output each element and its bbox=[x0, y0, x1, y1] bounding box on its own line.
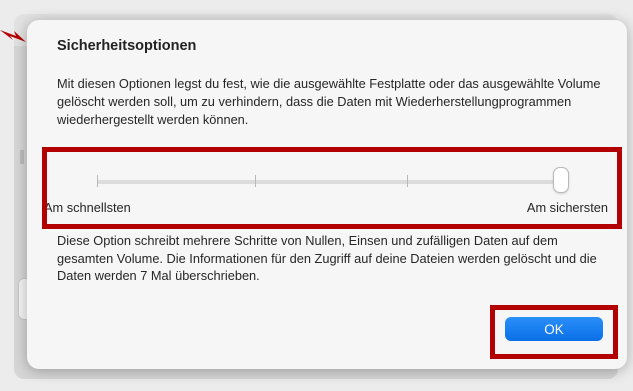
ok-button[interactable]: OK bbox=[505, 317, 603, 341]
slider-tick bbox=[97, 175, 98, 187]
slider-tick bbox=[255, 175, 256, 187]
background-window-detail bbox=[20, 150, 24, 164]
security-options-dialog: Sicherheitsoptionen Mit diesen Optionen … bbox=[27, 20, 627, 369]
slider-thumb[interactable] bbox=[553, 167, 569, 193]
slider-tick bbox=[407, 175, 408, 187]
slider-track[interactable] bbox=[97, 180, 563, 184]
dialog-description: Mit diesen Optionen legst du fest, wie d… bbox=[57, 76, 601, 127]
option-detail-text: Diese Option schreibt mehrere Schritte v… bbox=[57, 233, 597, 283]
dialog-title: Sicherheitsoptionen bbox=[57, 38, 197, 54]
slider-min-label: Am schnellsten bbox=[44, 200, 131, 215]
annotation-arrow-icon bbox=[0, 30, 26, 42]
security-level-slider[interactable]: Am schnellsten Am sichersten bbox=[42, 147, 612, 219]
slider-max-label: Am sichersten bbox=[526, 200, 608, 215]
